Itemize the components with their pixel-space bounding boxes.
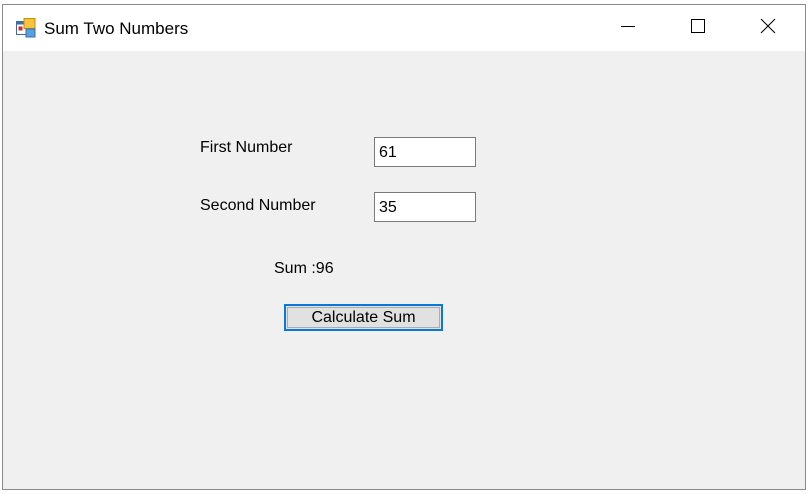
window-title: Sum Two Numbers <box>44 19 189 38</box>
minimize-icon <box>620 18 636 39</box>
close-icon <box>760 18 776 39</box>
second-number-input[interactable] <box>374 192 476 222</box>
maximize-button[interactable] <box>675 5 721 51</box>
first-number-input[interactable] <box>374 137 476 167</box>
calculate-sum-button[interactable]: Calculate Sum <box>284 304 443 331</box>
title-bar[interactable]: Sum Two Numbers <box>3 5 805 51</box>
application-icon <box>16 18 36 38</box>
app-window: Sum Two Numbers First Number Second Numb… <box>2 4 806 490</box>
sum-result-label: Sum :96 <box>274 260 334 277</box>
calculate-sum-button-label: Calculate Sum <box>311 309 416 326</box>
first-number-label: First Number <box>200 139 293 156</box>
close-button[interactable] <box>745 5 791 51</box>
second-number-label: Second Number <box>200 197 316 214</box>
minimize-button[interactable] <box>605 5 651 51</box>
form-client-area: First Number Second Number Sum :96 Calcu… <box>3 51 805 489</box>
maximize-icon <box>690 18 706 39</box>
